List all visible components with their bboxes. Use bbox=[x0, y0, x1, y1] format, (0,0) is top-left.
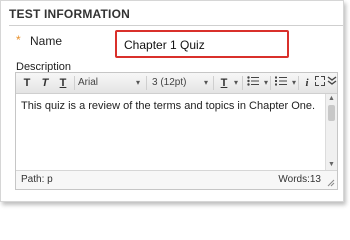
toolbar-separator bbox=[74, 76, 75, 90]
editor-scrollbar[interactable]: ▲ ▼ bbox=[325, 94, 337, 170]
toolbar-separator bbox=[242, 76, 243, 90]
toolbar-separator bbox=[213, 76, 214, 90]
text-color-button[interactable]: T bbox=[218, 75, 230, 91]
expand-toolbar-icon[interactable] bbox=[326, 75, 338, 91]
bold-button[interactable]: T bbox=[20, 75, 34, 91]
section-divider bbox=[9, 25, 343, 26]
chevron-down-icon[interactable]: ▾ bbox=[264, 75, 268, 91]
italic-i-icon[interactable]: i bbox=[302, 75, 312, 91]
toolbar-separator bbox=[298, 76, 299, 90]
resize-grip-icon[interactable] bbox=[325, 177, 335, 187]
scroll-up-icon[interactable]: ▲ bbox=[326, 94, 337, 104]
numbered-list-icon[interactable] bbox=[274, 75, 288, 91]
editor-statusbar: Path: p Words:13 bbox=[16, 170, 337, 189]
test-information-frame: TEST INFORMATION * Name Description T T … bbox=[0, 0, 350, 209]
editor-toolbar: T T T Arial ▾ 3 (12pt) ▾ T ▾ ▾ ▾ i bbox=[16, 73, 337, 94]
underline-button[interactable]: T bbox=[56, 75, 70, 91]
editor-content[interactable]: This quiz is a review of the terms and t… bbox=[16, 94, 325, 170]
scrollbar-thumb[interactable] bbox=[328, 105, 335, 121]
font-size-select[interactable]: 3 (12pt) ▾ bbox=[152, 75, 208, 91]
font-family-value: Arial bbox=[78, 77, 99, 88]
chevron-down-icon: ▾ bbox=[204, 78, 209, 87]
chevron-down-icon: ▾ bbox=[136, 78, 141, 87]
required-marker: * bbox=[16, 33, 21, 47]
element-path: Path: p bbox=[21, 174, 53, 185]
chevron-down-icon[interactable]: ▾ bbox=[292, 75, 296, 91]
name-field-highlight bbox=[115, 30, 289, 58]
toolbar-separator bbox=[270, 76, 271, 90]
test-information-panel: TEST INFORMATION * Name Description T T … bbox=[0, 0, 344, 202]
name-input[interactable] bbox=[123, 36, 283, 54]
word-count: Words:13 bbox=[278, 174, 321, 185]
italic-button[interactable]: T bbox=[38, 75, 52, 91]
bulleted-list-icon[interactable] bbox=[246, 75, 260, 91]
section-title: TEST INFORMATION bbox=[9, 7, 130, 21]
font-family-select[interactable]: Arial ▾ bbox=[78, 75, 142, 91]
name-label: Name bbox=[30, 34, 63, 48]
font-size-value: 3 (12pt) bbox=[152, 77, 187, 88]
fullscreen-icon[interactable] bbox=[314, 75, 326, 91]
chevron-down-icon[interactable]: ▾ bbox=[234, 75, 238, 91]
scroll-down-icon[interactable]: ▼ bbox=[326, 160, 337, 170]
toolbar-separator bbox=[146, 76, 147, 90]
description-editor: T T T Arial ▾ 3 (12pt) ▾ T ▾ ▾ ▾ i This … bbox=[15, 72, 338, 190]
